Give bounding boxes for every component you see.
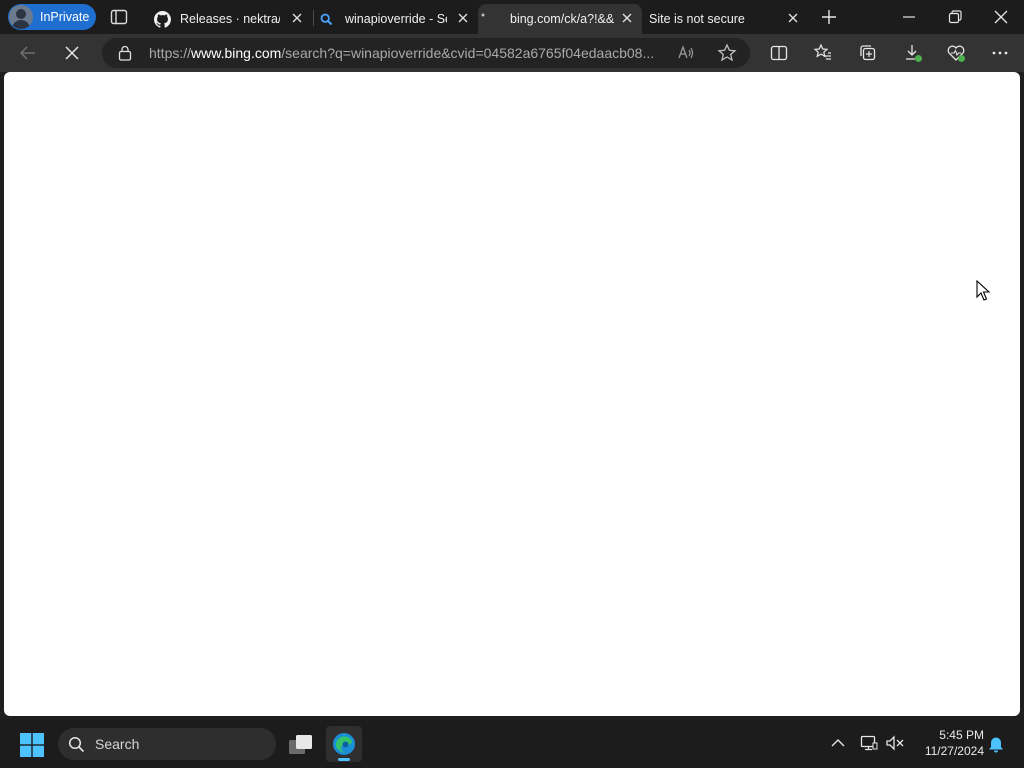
search-icon: [68, 736, 85, 752]
close-window-icon[interactable]: [993, 9, 1009, 25]
url-path: /search?q=winapioverride&cvid=04582a6765…: [281, 45, 655, 61]
split-screen-icon[interactable]: [769, 43, 789, 63]
browser-essentials-icon[interactable]: [946, 43, 966, 63]
tab-title: bing.com/ck/a?!&&: [510, 12, 614, 26]
tab-site-not-secure[interactable]: Site is not secure: [644, 4, 808, 34]
url-text[interactable]: https://www.bing.com/search?q=winapiover…: [149, 45, 659, 61]
volume-muted-icon[interactable]: [885, 734, 905, 752]
close-icon[interactable]: [456, 11, 470, 25]
title-bar: InPrivate Releases · nektra/Sp winapiove…: [0, 0, 1024, 34]
loading-icon: [481, 13, 485, 17]
downloads-icon[interactable]: [903, 43, 923, 63]
taskbar-search-box[interactable]: Search: [58, 728, 276, 760]
favorite-star-icon[interactable]: [717, 43, 737, 63]
edge-browser-icon: [333, 733, 355, 755]
tab-releases[interactable]: Releases · nektra/Sp: [150, 4, 310, 34]
notification-bell-icon[interactable]: [988, 736, 1004, 753]
collections-icon[interactable]: [858, 43, 878, 63]
browser-toolbar: https://www.bing.com/search?q=winapiover…: [0, 34, 1024, 72]
task-view-icon: [289, 735, 312, 754]
favorites-icon[interactable]: [813, 43, 833, 63]
chevron-up-icon[interactable]: [831, 738, 845, 748]
new-tab-icon[interactable]: [821, 9, 837, 25]
github-icon: [154, 10, 171, 28]
task-view-button[interactable]: [282, 726, 318, 762]
clock-time: 5:45 PM: [939, 728, 984, 742]
close-icon[interactable]: [620, 11, 634, 25]
url-protocol: https://: [149, 45, 192, 61]
tab-winapioverride-search[interactable]: winapioverride - Se: [316, 4, 476, 34]
page-content[interactable]: [4, 72, 1020, 716]
address-bar[interactable]: https://www.bing.com/search?q=winapiover…: [102, 38, 750, 68]
search-icon: [320, 13, 333, 25]
more-options-icon[interactable]: [990, 43, 1010, 63]
tab-title: Releases · nektra/Sp: [180, 12, 280, 26]
tab-title: winapioverride - Se: [345, 12, 447, 26]
windows-start-icon[interactable]: [20, 733, 44, 757]
mouse-cursor-icon: [976, 280, 990, 301]
tab-bing-redirect[interactable]: bing.com/ck/a?!&&: [478, 4, 642, 34]
stop-loading-icon[interactable]: [62, 43, 82, 63]
inprivate-profile-button[interactable]: InPrivate: [8, 4, 96, 30]
tab-divider: [313, 10, 314, 26]
minimize-icon[interactable]: [901, 9, 917, 25]
tab-title: Site is not secure: [649, 12, 745, 26]
restore-icon[interactable]: [947, 9, 963, 25]
taskbar: Search 5:45 PM 11/27/2024: [0, 720, 1024, 768]
avatar-icon: [9, 5, 33, 29]
read-aloud-icon[interactable]: [677, 44, 695, 62]
search-label: Search: [95, 736, 140, 752]
edge-taskbar-button[interactable]: [326, 726, 362, 762]
system-clock[interactable]: 5:45 PM 11/27/2024: [914, 727, 984, 759]
network-icon[interactable]: [860, 734, 878, 752]
close-icon[interactable]: [290, 11, 304, 25]
lock-icon[interactable]: [118, 45, 132, 61]
tab-actions-icon[interactable]: [110, 9, 128, 25]
url-host: www.bing.com: [191, 45, 282, 61]
active-app-indicator: [338, 758, 350, 761]
clock-date: 11/27/2024: [924, 744, 984, 758]
back-arrow-icon[interactable]: [18, 43, 38, 63]
inprivate-label: InPrivate: [40, 10, 90, 24]
close-icon[interactable]: [786, 11, 800, 25]
